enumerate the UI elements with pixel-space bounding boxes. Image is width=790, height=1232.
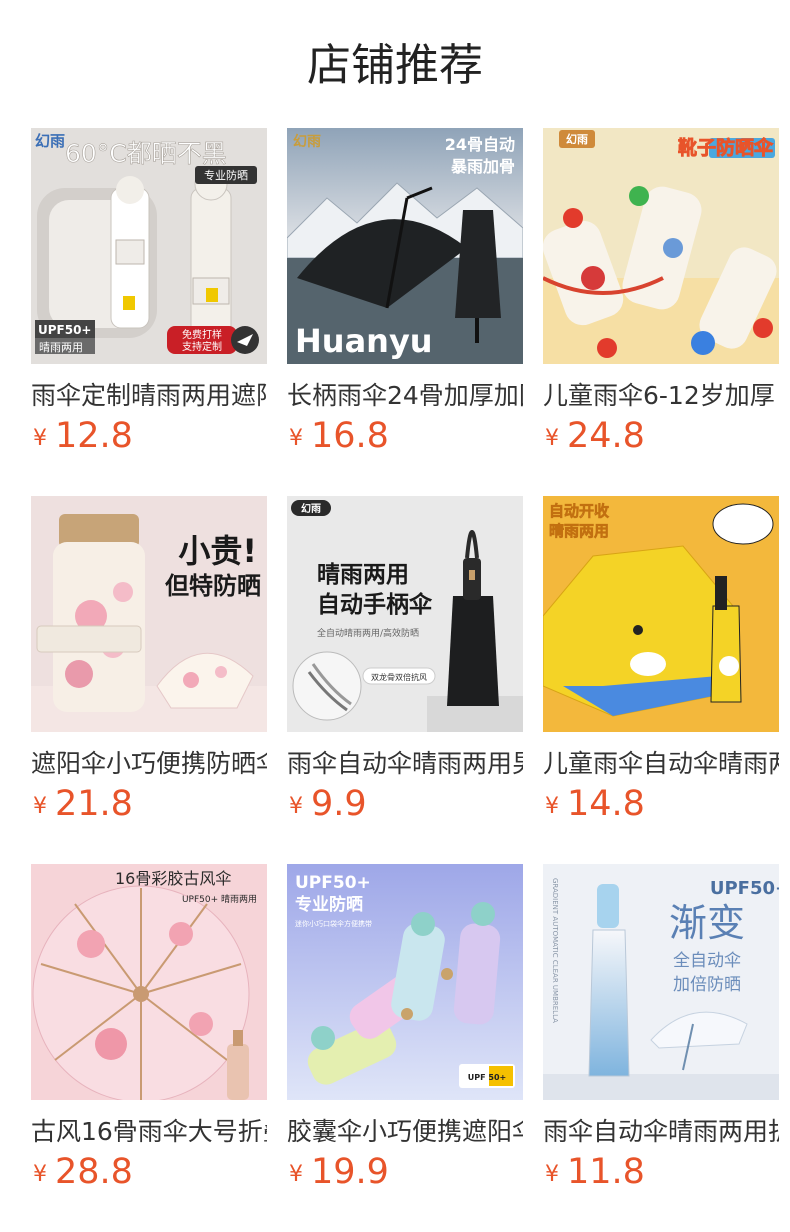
price-value: 21.8 [55, 784, 133, 824]
price-value: 11.8 [567, 1152, 645, 1192]
page-title: 店铺推荐 [307, 40, 483, 91]
overlay-upf: UPF50+ [38, 323, 92, 337]
overlay-sub: 迷你小巧口袋伞方便携带 [295, 919, 372, 928]
product-price: ¥9.9 [289, 784, 367, 824]
product-image[interactable]: UPF50+ 专业防晒 迷你小巧口袋伞方便携带 UPF 50+ [287, 864, 523, 1100]
overlay-line-4: 加倍防晒 [673, 975, 741, 995]
overlay-line-1: UPF50+ [710, 878, 779, 899]
price-value: 28.8 [55, 1152, 133, 1192]
brand-logo: 幻雨 [301, 502, 321, 515]
overlay-line-2: 自动手柄伞 [317, 591, 433, 618]
overlay-line-3: 全自动伞 [673, 951, 741, 971]
product-price: ¥28.8 [33, 1152, 133, 1192]
overlay-line-1: 16骨彩胶古风伞 [115, 869, 231, 888]
overlay-line-2: 暴雨加骨 [450, 157, 515, 176]
product-image[interactable]: 靴子防晒伞 幻雨 [543, 128, 779, 364]
product-price: ¥21.8 [33, 784, 133, 824]
overlay-line-1: 24骨自动 [445, 135, 515, 154]
overlay-headline: 60°C都晒不黑 [65, 139, 227, 168]
product-price: ¥11.8 [545, 1152, 645, 1192]
product-name[interactable]: 雨伞自动伞晴雨两用折 [543, 1114, 779, 1150]
overlay-line-2: UPF50+ 晴雨两用 [182, 893, 257, 905]
overlay-tag: 专业防晒 [204, 168, 248, 182]
overlay-promo-2: 支持定制 [182, 340, 222, 353]
currency-symbol: ¥ [289, 1162, 303, 1187]
brand-wordmark: Huanyu [295, 322, 433, 360]
currency-symbol: ¥ [33, 426, 47, 451]
overlay-badge: UPF 50+ [468, 1073, 506, 1082]
overlay-mode: 晴雨两用 [39, 341, 83, 354]
currency-symbol: ¥ [289, 426, 303, 451]
product-image[interactable]: 幻雨 60°C都晒不黑 专业防晒 UPF50+ 晴雨两用 免费打样 支持定制 [31, 128, 267, 364]
overlay-line-2: 渐变 [669, 901, 745, 945]
price-value: 24.8 [567, 416, 645, 456]
product-price: ¥19.9 [289, 1152, 389, 1192]
overlay-sub: 全自动晴雨两用/高效防晒 [317, 627, 419, 639]
currency-symbol: ¥ [545, 1162, 559, 1187]
overlay-line-1: UPF50+ [295, 873, 371, 893]
product-image[interactable]: GRADIENT AUTOMATIC CLEAR UMBRELLA UPF50+… [543, 864, 779, 1100]
overlay-line-1: 自动开收 [549, 502, 609, 520]
product-image[interactable]: 16骨彩胶古风伞 UPF50+ 晴雨两用 [31, 864, 267, 1100]
product-name[interactable]: 雨伞自动伞晴雨两用男 [287, 746, 523, 782]
currency-symbol: ¥ [545, 794, 559, 819]
overlay-line-1: 小贵! [178, 532, 257, 570]
price-value: 9.9 [311, 784, 367, 824]
currency-symbol: ¥ [33, 794, 47, 819]
product-price: ¥24.8 [545, 416, 645, 456]
product-image[interactable]: 小贵! 但特防晒 [31, 496, 267, 732]
product-name[interactable]: 遮阳伞小巧便携防晒伞 [31, 746, 267, 782]
product-name[interactable]: 古风16骨雨伞大号折叠 [31, 1114, 267, 1150]
overlay-line-2: 但特防晒 [165, 572, 261, 600]
overlay-headline: 靴子防晒伞 [678, 136, 774, 159]
overlay-badge: 双龙骨双倍抗风 [371, 672, 427, 682]
vertical-caption: GRADIENT AUTOMATIC CLEAR UMBRELLA [551, 878, 559, 1023]
product-name[interactable]: 雨伞定制晴雨两用遮阳伞 [31, 378, 267, 414]
price-value: 12.8 [55, 416, 133, 456]
overlay-line-2: 专业防晒 [295, 894, 363, 915]
brand-logo: 幻雨 [35, 132, 65, 150]
product-name[interactable]: 儿童雨伞6-12岁加厚 [543, 378, 779, 414]
product-price: ¥14.8 [545, 784, 645, 824]
currency-symbol: ¥ [289, 794, 303, 819]
product-name[interactable]: 长柄雨伞24骨加厚加固 [287, 378, 523, 414]
product-image[interactable]: 自动开收 晴雨两用 [543, 496, 779, 732]
overlay-line-2: 晴雨两用 [549, 522, 609, 540]
overlay-line-1: 晴雨两用 [317, 562, 409, 588]
brand-logo: 幻雨 [293, 133, 321, 150]
brand-logo: 幻雨 [566, 132, 588, 146]
price-value: 19.9 [311, 1152, 389, 1192]
currency-symbol: ¥ [33, 1162, 47, 1187]
price-value: 16.8 [311, 416, 389, 456]
product-image[interactable]: 幻雨 晴雨两用 自动手柄伞 全自动晴雨两用/高效防晒 双龙骨双倍抗风 [287, 496, 523, 732]
product-price: ¥12.8 [33, 416, 133, 456]
product-name[interactable]: 儿童雨伞自动伞晴雨两 [543, 746, 779, 782]
currency-symbol: ¥ [545, 426, 559, 451]
product-name[interactable]: 胶囊伞小巧便携遮阳伞 [287, 1114, 523, 1150]
price-value: 14.8 [567, 784, 645, 824]
overlay-promo-1: 免费打样 [182, 328, 222, 341]
product-price: ¥16.8 [289, 416, 389, 456]
product-image[interactable]: 24骨自动 暴雨加骨 幻雨 Huanyu [287, 128, 523, 364]
